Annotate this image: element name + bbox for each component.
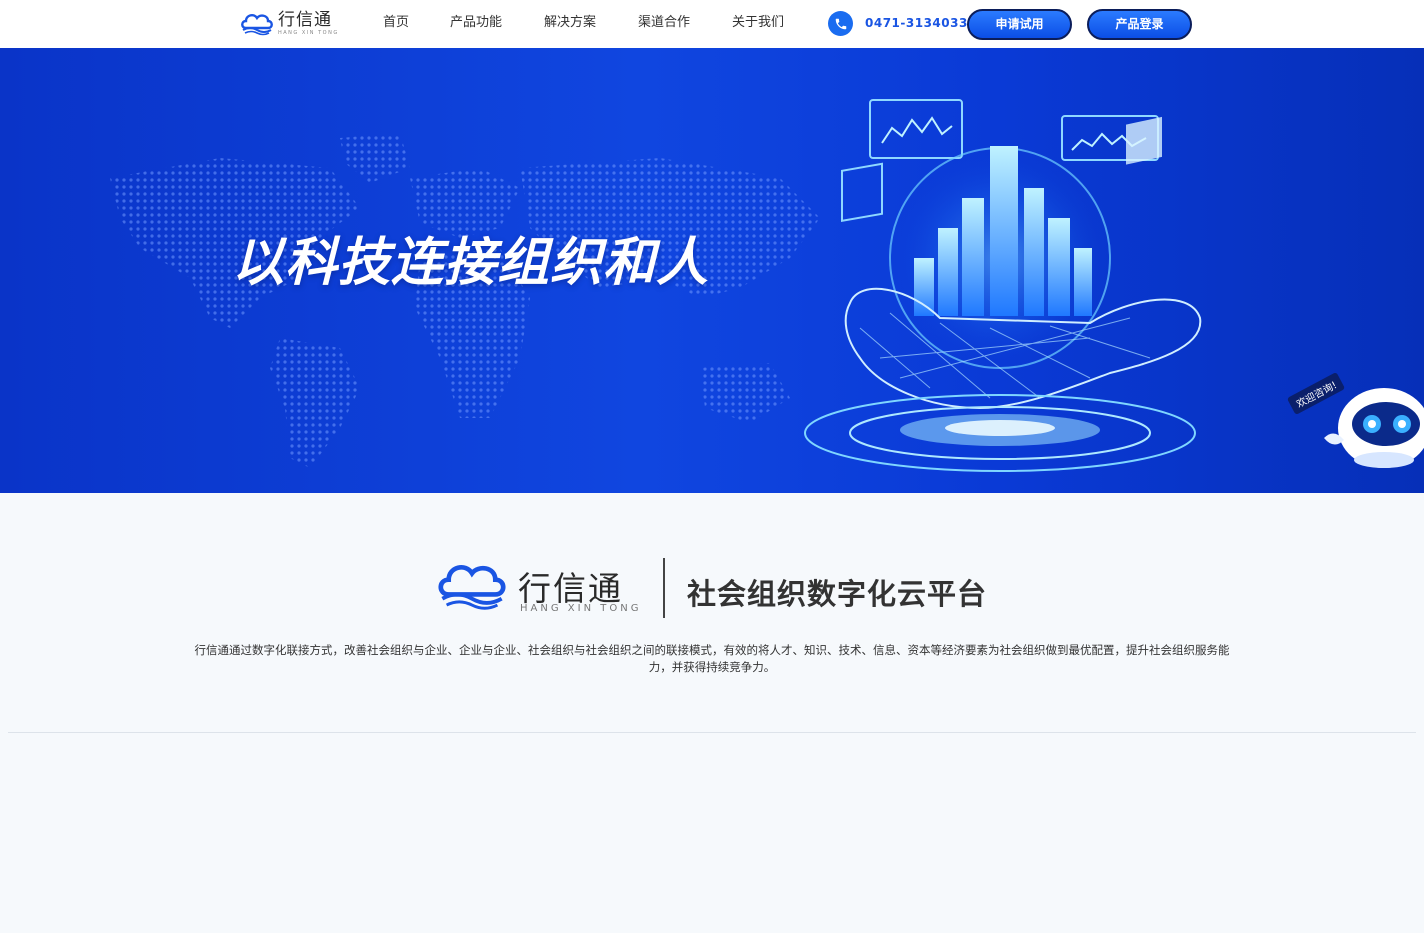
product-login-button[interactable]: 产品登录 — [1087, 9, 1192, 40]
nav-solutions[interactable]: 解决方案 — [544, 0, 596, 48]
intro-description: 行信通通过数字化联接方式，改善社会组织与企业、企业与企业、社会组织与社会组织之间… — [194, 643, 1230, 674]
site-logo[interactable]: 行信通 HANG XIN TONG — [240, 9, 339, 39]
brand-slogan: 社会组织数字化云平台 — [687, 577, 988, 611]
apply-trial-button[interactable]: 申请试用 — [967, 9, 1072, 40]
top-nav-bar: 行信通 HANG XIN TONG 首页 产品功能 解决方案 渠道合作 关于我们… — [0, 0, 1424, 48]
logo-english: HANG XIN TONG — [278, 30, 339, 36]
hero-banner: 以科技连接组织和人 — [0, 48, 1424, 493]
world-map-dots — [110, 133, 820, 468]
nav-channel-partners[interactable]: 渠道合作 — [638, 0, 690, 48]
brand-block: 行信通 HANG XIN TONG 社会组织数字化云平台 — [436, 556, 996, 618]
section-divider — [8, 732, 1416, 733]
phone-icon — [828, 11, 853, 36]
nav-home[interactable]: 首页 — [383, 0, 409, 48]
brand-name-english: HANG XIN TONG — [520, 603, 642, 614]
brand-divider — [663, 558, 665, 618]
logo-chinese: 行信通 — [278, 10, 332, 30]
nav-product-features[interactable]: 产品功能 — [450, 0, 502, 48]
cloud-logo-icon — [241, 13, 273, 36]
smart-city-hand-illustration — [804, 99, 1202, 472]
hero-headline: 以科技连接组织和人 — [232, 233, 710, 293]
nav-about-us[interactable]: 关于我们 — [732, 0, 784, 48]
cloud-logo-icon — [438, 564, 506, 610]
phone-number: 0471-3134033 — [865, 16, 968, 30]
